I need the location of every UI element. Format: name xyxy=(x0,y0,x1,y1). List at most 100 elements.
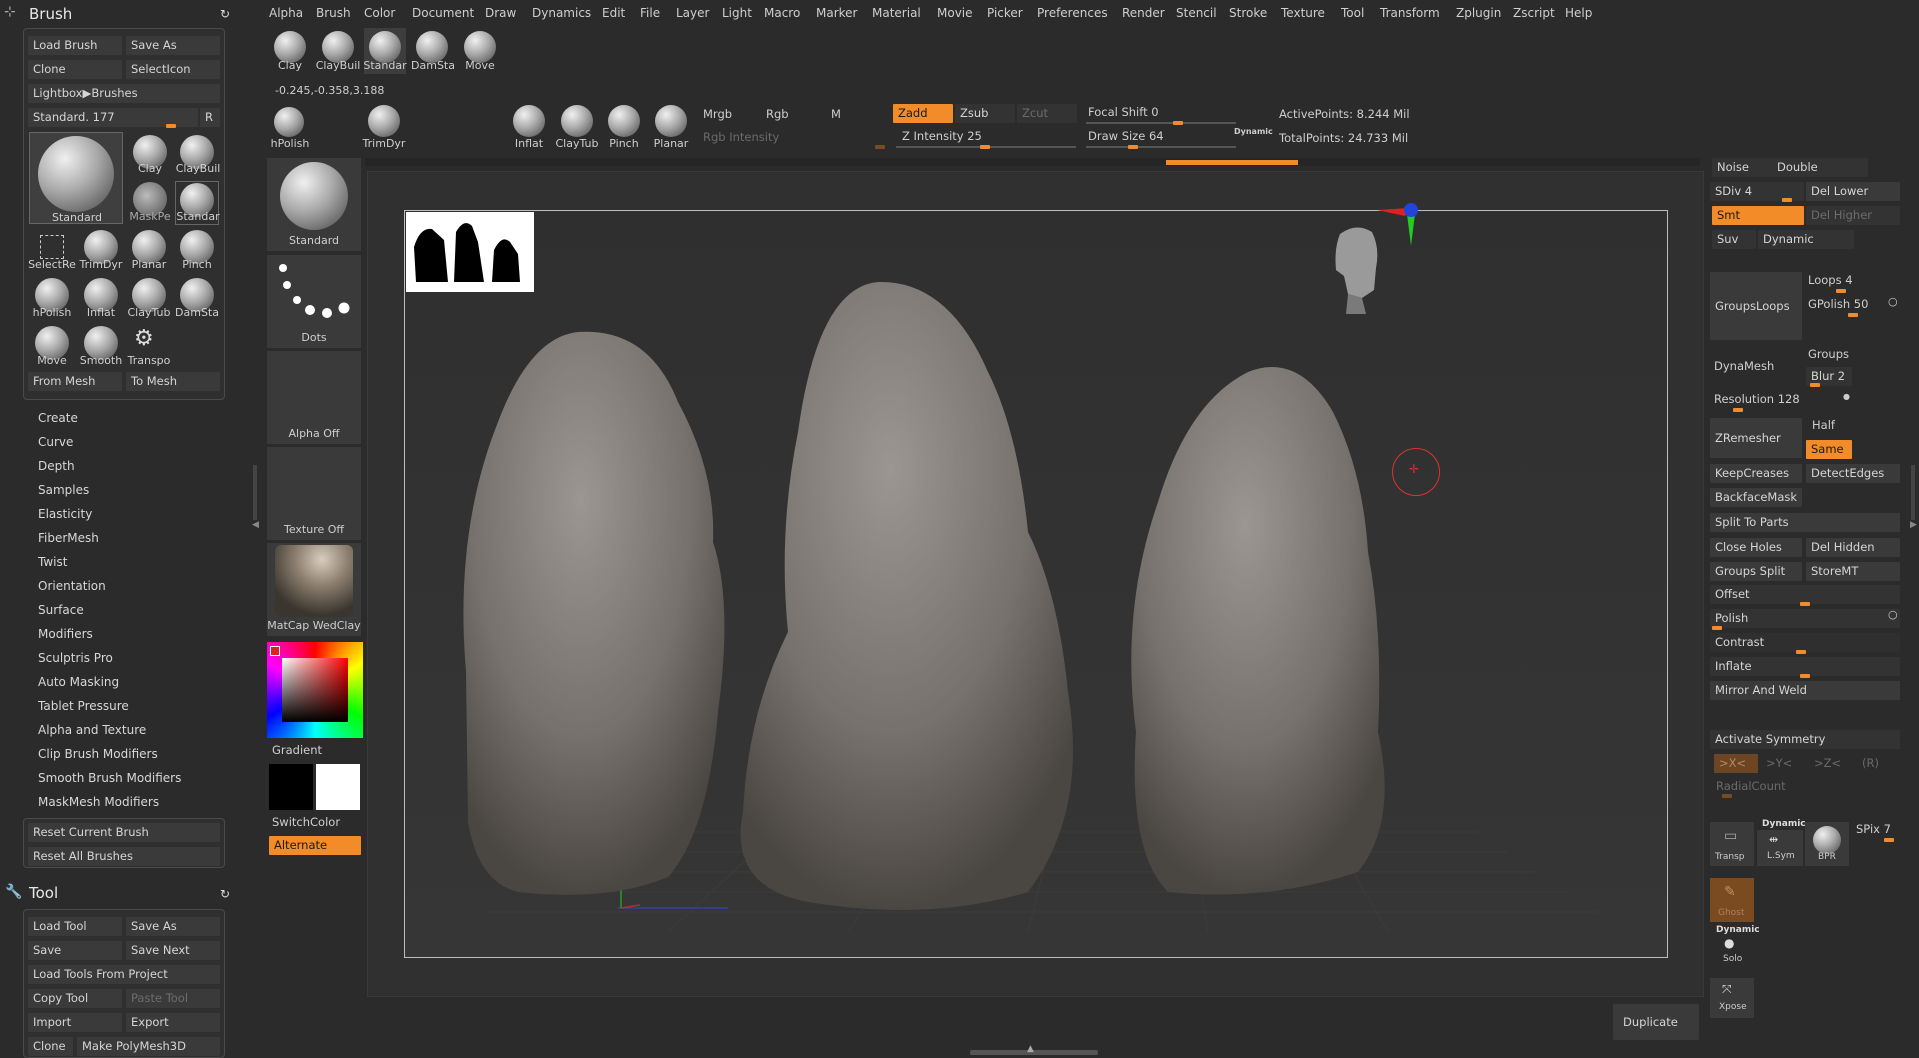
half-toggle[interactable]: Half xyxy=(1812,418,1835,432)
del-higher-button[interactable]: Del Higher xyxy=(1806,206,1900,225)
pinch-brush-icon[interactable] xyxy=(608,105,640,137)
subpalette-modifiers[interactable]: Modifiers xyxy=(38,627,93,641)
focal-shift-track[interactable] xyxy=(1086,122,1236,124)
subpalette-surface[interactable]: Surface xyxy=(38,603,84,617)
from-mesh-button[interactable]: From Mesh xyxy=(28,372,122,391)
dynamic-subdiv-button[interactable]: Dynamic xyxy=(1758,230,1854,249)
xpose-button[interactable]: ⤧ Xpose xyxy=(1710,978,1754,1018)
save-tool-button[interactable]: Save xyxy=(28,941,122,960)
subpalette-orientation[interactable]: Orientation xyxy=(38,579,106,593)
color-square[interactable] xyxy=(282,658,348,722)
activate-symmetry-button[interactable]: Activate Symmetry xyxy=(1710,730,1900,749)
double-button[interactable]: Double xyxy=(1772,158,1868,177)
viewport[interactable]: ✛ xyxy=(367,171,1704,997)
current-brush-knob[interactable] xyxy=(166,124,176,128)
tool-clone-button[interactable]: Clone xyxy=(28,1037,73,1056)
zremesher-button[interactable]: ZRemesher xyxy=(1710,418,1802,458)
subpalette-tablet-pressure[interactable]: Tablet Pressure xyxy=(38,699,129,713)
duplicate-button[interactable]: Duplicate xyxy=(1613,1004,1699,1040)
paste-tool-button[interactable]: Paste Tool xyxy=(126,989,220,1008)
secondary-color-swatch[interactable] xyxy=(316,764,360,810)
gradient-toggle[interactable]: Gradient xyxy=(272,743,322,757)
menu-draw[interactable]: Draw xyxy=(485,6,516,20)
switch-color-button[interactable]: SwitchColor xyxy=(272,815,340,829)
menu-stroke[interactable]: Stroke xyxy=(1229,6,1267,20)
groups-toggle[interactable]: Groups xyxy=(1808,347,1849,361)
inflat-brush-icon[interactable] xyxy=(513,105,545,137)
polish-slider[interactable]: Polish xyxy=(1710,609,1900,628)
load-tools-from-project-button[interactable]: Load Tools From Project xyxy=(28,965,220,984)
groups-loops-button[interactable]: GroupsLoops xyxy=(1710,272,1802,340)
select-icon-button[interactable]: SelectIcon xyxy=(126,60,220,79)
subpalette-clip-brush-modifiers[interactable]: Clip Brush Modifiers xyxy=(38,747,158,761)
subpalette-create[interactable]: Create xyxy=(38,411,78,425)
r-button[interactable]: R xyxy=(200,108,220,127)
save-as-button[interactable]: Save As xyxy=(126,36,220,55)
menu-layer[interactable]: Layer xyxy=(676,6,709,20)
menu-zplugin[interactable]: Zplugin xyxy=(1456,6,1501,20)
subpalette-alpha-texture[interactable]: Alpha and Texture xyxy=(38,723,146,737)
circle-toggle-icon[interactable]: ○ xyxy=(1888,608,1898,621)
del-lower-button[interactable]: Del Lower xyxy=(1806,182,1900,201)
zcut-toggle[interactable]: Zcut xyxy=(1017,104,1077,123)
alpha-thumb-box[interactable]: Alpha Off xyxy=(267,351,361,444)
brush-selected-large[interactable]: Standard xyxy=(29,132,123,224)
trimdynamic-brush-icon[interactable] xyxy=(368,105,400,137)
refresh-icon[interactable]: ↻ xyxy=(220,887,230,901)
resolution-slider[interactable]: Resolution 128 xyxy=(1714,392,1800,406)
save-next-button[interactable]: Save Next xyxy=(126,941,220,960)
right-panel-scrollbar[interactable] xyxy=(1911,465,1915,520)
menu-stencil[interactable]: Stencil xyxy=(1176,6,1217,20)
smt-toggle[interactable]: Smt xyxy=(1712,206,1804,225)
reset-all-brushes-button[interactable]: Reset All Brushes xyxy=(28,847,220,866)
rgb-intensity-knob[interactable] xyxy=(875,145,885,149)
sym-z-toggle[interactable]: >Z< xyxy=(1814,756,1841,770)
detect-edges-button[interactable]: DetectEdges xyxy=(1806,464,1900,483)
import-button[interactable]: Import xyxy=(28,1013,122,1032)
mirror-and-weld-button[interactable]: Mirror And Weld xyxy=(1710,681,1900,700)
menu-material[interactable]: Material xyxy=(872,6,921,20)
dynamesh-button[interactable]: DynaMesh xyxy=(1714,359,1774,373)
menu-render[interactable]: Render xyxy=(1122,6,1165,20)
gpolish-knob[interactable] xyxy=(1848,313,1858,317)
keep-creases-button[interactable]: KeepCreases xyxy=(1710,464,1802,483)
material-thumb-box[interactable]: MatCap WedClay xyxy=(267,543,361,636)
collapse-left-icon[interactable]: ◀ xyxy=(252,520,259,530)
menu-help[interactable]: Help xyxy=(1565,6,1592,20)
copy-tool-button[interactable]: Copy Tool xyxy=(28,989,122,1008)
rgb-intensity-slider[interactable]: Rgb Intensity xyxy=(703,130,779,144)
menu-macro[interactable]: Macro xyxy=(764,6,800,20)
transpose-brush-icon[interactable]: ⚙ xyxy=(134,326,154,351)
z-intensity-knob[interactable] xyxy=(980,145,990,149)
radial-count-knob[interactable] xyxy=(1722,794,1732,798)
menu-alpha[interactable]: Alpha xyxy=(269,6,303,20)
axis-gizmo-icon[interactable] xyxy=(1371,198,1431,258)
contrast-knob[interactable] xyxy=(1796,650,1806,654)
split-to-parts-button[interactable]: Split To Parts xyxy=(1710,513,1900,532)
stroke-thumb-box[interactable]: Dots xyxy=(267,255,361,348)
inflate-knob[interactable] xyxy=(1800,674,1810,678)
draw-size-slider[interactable]: Draw Size 64 xyxy=(1088,129,1164,143)
subpalette-maskmesh-modifiers[interactable]: MaskMesh Modifiers xyxy=(38,795,159,809)
del-hidden-button[interactable]: Del Hidden xyxy=(1806,538,1900,557)
gpolish-slider[interactable]: GPolish 50 xyxy=(1808,297,1868,311)
main-color-swatch[interactable] xyxy=(269,764,313,810)
subpalette-depth[interactable]: Depth xyxy=(38,459,75,473)
hpolish-brush-icon[interactable] xyxy=(274,107,304,137)
sym-r-toggle[interactable]: (R) xyxy=(1862,756,1879,770)
menu-movie[interactable]: Movie xyxy=(937,6,973,20)
zadd-toggle[interactable]: Zadd xyxy=(893,104,953,123)
brush-panel-title[interactable]: Brush xyxy=(29,5,72,23)
bpr-button[interactable]: BPR xyxy=(1805,822,1849,866)
focal-shift-slider[interactable]: Focal Shift 0 xyxy=(1088,105,1159,119)
menu-brush[interactable]: Brush xyxy=(316,6,351,20)
subpalette-auto-masking[interactable]: Auto Masking xyxy=(38,675,119,689)
loops-knob[interactable] xyxy=(1836,289,1846,293)
polish-knob[interactable] xyxy=(1712,626,1722,630)
color-picker[interactable] xyxy=(267,642,363,738)
grip-icon[interactable]: ⊹ xyxy=(4,4,16,20)
z-intensity-slider[interactable]: Z Intensity 25 xyxy=(902,129,982,143)
tool-panel-title[interactable]: Tool xyxy=(29,884,58,902)
rgb-toggle[interactable]: Rgb xyxy=(766,107,789,121)
solo-button[interactable]: ● Solo xyxy=(1710,934,1754,968)
